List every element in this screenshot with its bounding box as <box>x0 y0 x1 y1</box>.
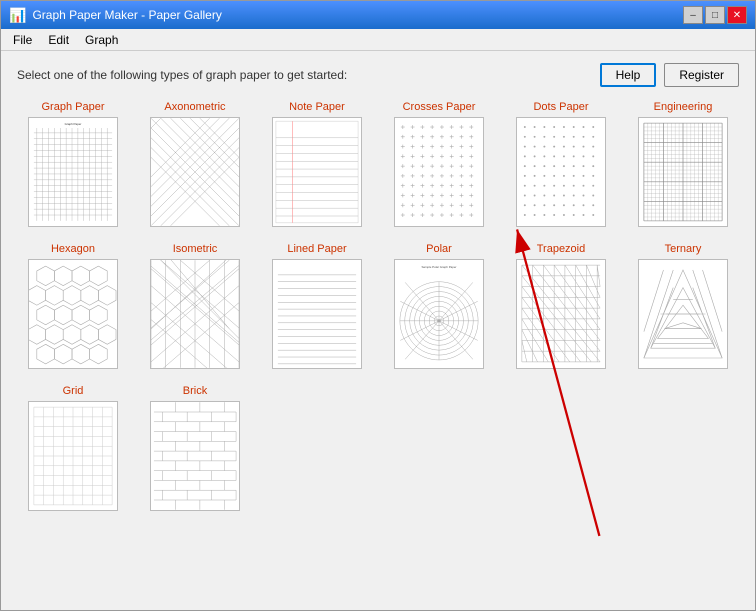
menu-bar: File Edit Graph <box>1 29 755 51</box>
title-bar-left: 📊 Graph Paper Maker - Paper Gallery <box>9 7 222 24</box>
paper-thumb-lined <box>272 259 362 369</box>
paper-item-dots[interactable]: Dots Paper <box>505 101 617 227</box>
instruction-text: Select one of the following types of gra… <box>17 68 347 82</box>
menu-edit[interactable]: Edit <box>40 31 77 49</box>
content-area: Select one of the following types of gra… <box>1 51 755 610</box>
paper-thumb-ternary <box>638 259 728 369</box>
paper-item-brick[interactable]: Brick <box>139 385 251 511</box>
title-bar: 📊 Graph Paper Maker - Paper Gallery – □ … <box>1 1 755 29</box>
paper-label-axonometric: Axonometric <box>164 101 225 113</box>
paper-label-isometric: Isometric <box>173 243 218 255</box>
paper-thumb-engineering <box>638 117 728 227</box>
paper-item-polar[interactable]: Polar Sample Polar Graph Paper <box>383 243 495 369</box>
paper-thumb-graph: Graph Paper <box>28 117 118 227</box>
paper-item-axonometric[interactable]: Axonometric <box>139 101 251 227</box>
main-window: 📊 Graph Paper Maker - Paper Gallery – □ … <box>0 0 756 611</box>
menu-graph[interactable]: Graph <box>77 31 126 49</box>
paper-gallery: Graph Paper Graph Paper <box>17 101 739 511</box>
register-button[interactable]: Register <box>664 63 739 87</box>
svg-text:Sample Polar Graph Paper: Sample Polar Graph Paper <box>421 265 456 269</box>
paper-thumb-grid <box>28 401 118 511</box>
paper-item-isometric[interactable]: Isometric <box>139 243 251 369</box>
paper-label-note: Note Paper <box>289 101 345 113</box>
minimize-button[interactable]: – <box>683 6 703 24</box>
menu-file[interactable]: File <box>5 31 40 49</box>
svg-text:Graph Paper: Graph Paper <box>65 122 82 126</box>
paper-item-crosses[interactable]: Crosses Paper <box>383 101 495 227</box>
paper-label-hexagon: Hexagon <box>51 243 95 255</box>
restore-button[interactable]: □ <box>705 6 725 24</box>
paper-label-dots: Dots Paper <box>533 101 588 113</box>
paper-item-grid[interactable]: Grid <box>17 385 129 511</box>
paper-thumb-brick <box>150 401 240 511</box>
paper-label-lined: Lined Paper <box>287 243 346 255</box>
paper-item-hexagon[interactable]: Hexagon <box>17 243 129 369</box>
paper-label-crosses: Crosses Paper <box>403 101 476 113</box>
paper-thumb-polar: Sample Polar Graph Paper <box>394 259 484 369</box>
paper-label-ternary: Ternary <box>665 243 702 255</box>
button-group: Help Register <box>600 63 739 87</box>
paper-thumb-dots <box>516 117 606 227</box>
paper-thumb-crosses <box>394 117 484 227</box>
paper-label-brick: Brick <box>183 385 207 397</box>
paper-thumb-trapezoid <box>516 259 606 369</box>
window-title: Graph Paper Maker - Paper Gallery <box>32 8 221 22</box>
paper-thumb-isometric <box>150 259 240 369</box>
paper-item-note[interactable]: Note Paper <box>261 101 373 227</box>
paper-item-ternary[interactable]: Ternary <box>627 243 739 369</box>
paper-label-grid: Grid <box>63 385 84 397</box>
paper-label-graph: Graph Paper <box>42 101 105 113</box>
help-button[interactable]: Help <box>600 63 657 87</box>
app-icon: 📊 <box>9 7 26 24</box>
close-button[interactable]: ✕ <box>727 6 747 24</box>
title-controls: – □ ✕ <box>683 6 747 24</box>
paper-label-trapezoid: Trapezoid <box>537 243 586 255</box>
instruction-row: Select one of the following types of gra… <box>17 63 739 87</box>
paper-thumb-axonometric <box>150 117 240 227</box>
paper-item-engineering[interactable]: Engineering <box>627 101 739 227</box>
paper-thumb-hexagon <box>28 259 118 369</box>
paper-item-lined[interactable]: Lined Paper <box>261 243 373 369</box>
paper-thumb-note <box>272 117 362 227</box>
paper-label-polar: Polar <box>426 243 452 255</box>
paper-item-trapezoid[interactable]: Trapezoid <box>505 243 617 369</box>
paper-item-graph[interactable]: Graph Paper Graph Paper <box>17 101 129 227</box>
paper-label-engineering: Engineering <box>654 101 713 113</box>
